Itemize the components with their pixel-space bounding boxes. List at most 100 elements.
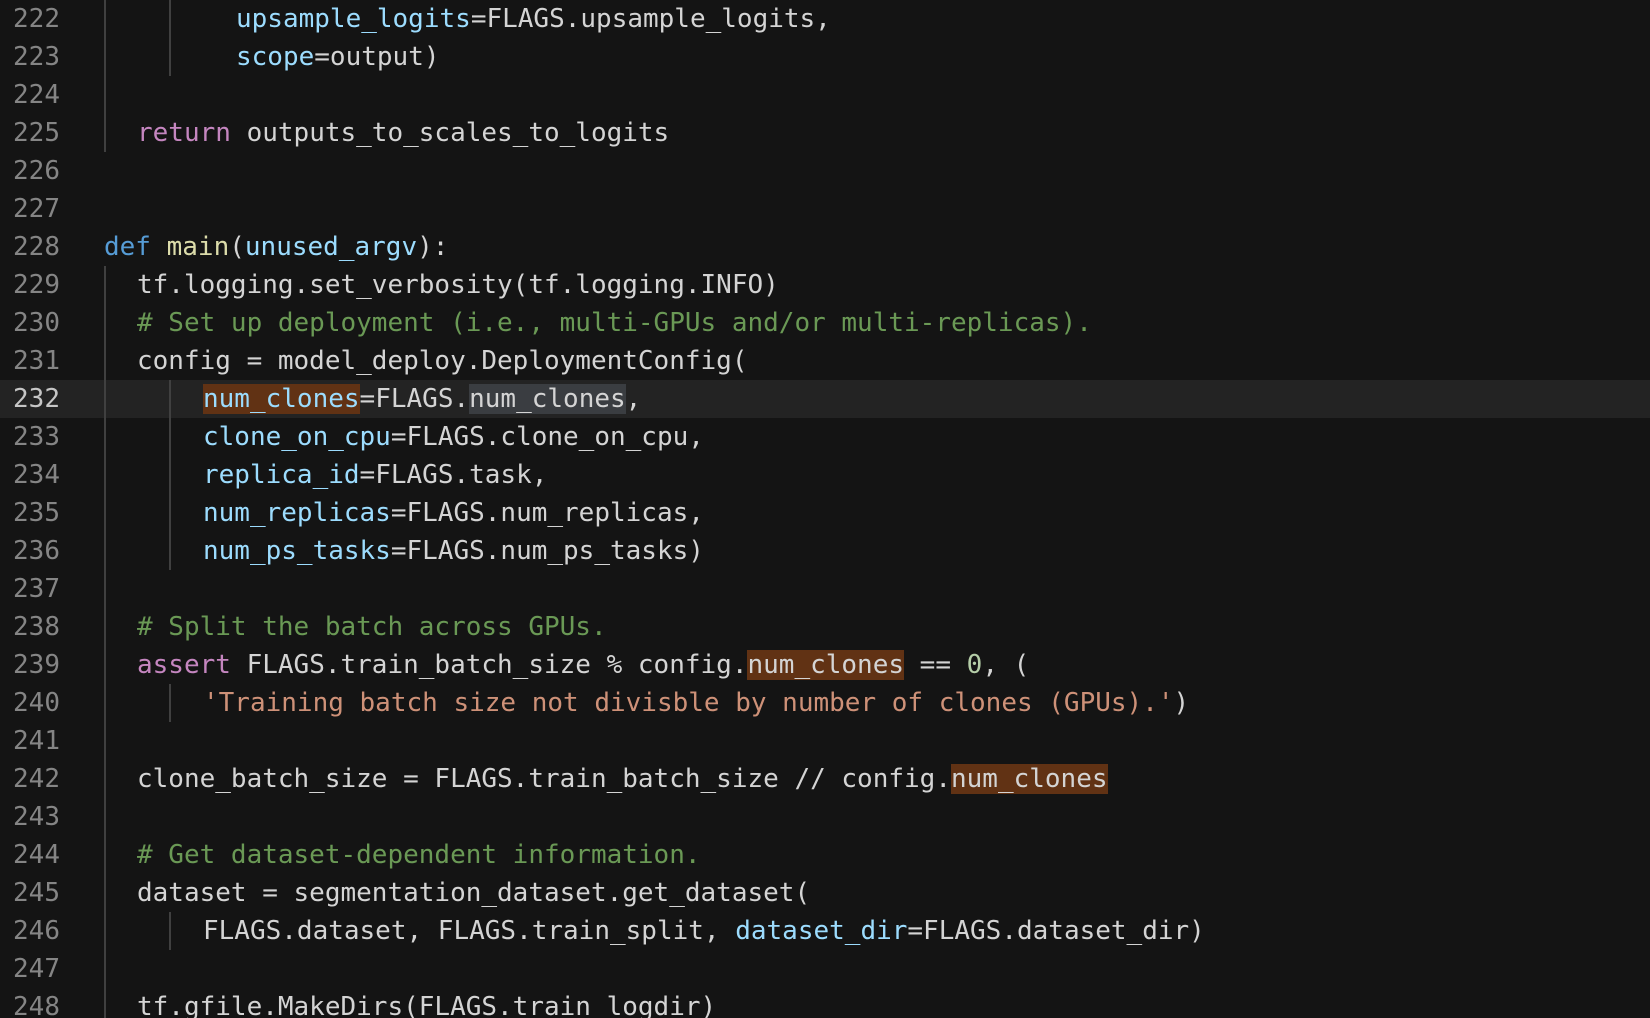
line-number: 246 [13,916,60,946]
code-line[interactable]: 224 [0,76,1650,114]
code-line[interactable]: 234 replica_id=FLAGS.task, [0,456,1650,494]
code-line[interactable]: 231 config = model_deploy.DeploymentConfi… [0,342,1650,380]
code-token: =FLAGS. [359,384,470,414]
code-token: num_ps_tasks [203,536,391,566]
code-line[interactable]: 238 # Split the batch across GPUs. [0,608,1650,646]
code-line[interactable]: 236 num_ps_tasks=FLAGS.num_ps_tasks) [0,532,1650,570]
code-token: replica_id [203,460,360,490]
line-number: 237 [13,574,60,604]
code-token: =FLAGS.clone_on_cpu, [390,422,704,452]
line-number: 238 [13,612,60,642]
code-line[interactable]: 232 num_clones=FLAGS.num_clones, [0,380,1650,418]
code-token: =FLAGS.num_ps_tasks) [390,536,704,566]
code-line[interactable]: 225 return outputs_to_scales_to_logits [0,114,1650,152]
indent-guide [104,798,106,836]
indent-guide [169,494,171,532]
indent-guide [104,342,106,380]
indent-guide [104,456,106,494]
code-token: FLAGS.train_batch_size % config. [230,650,748,680]
code-editor[interactable]: 222 upsample_logits=FLAGS.upsample_logits… [0,0,1650,1018]
indent-guide [104,722,106,760]
code-line[interactable]: 229 tf.logging.set_verbosity(tf.logging.I… [0,266,1650,304]
code-line[interactable]: 248 tf.gfile.MakeDirs(FLAGS.train_logdir) [0,988,1650,1018]
indent-guide [169,0,171,38]
indent-guide [104,988,106,1018]
highlighted-token: num_clones [203,384,360,414]
indent-guide [104,646,106,684]
line-number: 229 [13,270,60,300]
indent-guide [169,456,171,494]
code-text: num_ps_tasks=FLAGS.num_ps_tasks) [203,532,704,570]
code-line[interactable]: 235 num_replicas=FLAGS.num_replicas, [0,494,1650,532]
code-text: tf.logging.set_verbosity(tf.logging.INFO… [137,266,779,304]
code-text: config = model_deploy.DeploymentConfig( [137,342,747,380]
code-token: unused_argv [244,232,418,262]
code-line[interactable]: 246 FLAGS.dataset, FLAGS.train_split, dat… [0,912,1650,950]
indent-guide [169,38,171,76]
code-token: =output) [314,42,440,72]
code-text: def main(unused_argv): [104,228,448,266]
code-token: return [137,118,231,148]
code-line[interactable]: 230 # Set up deployment (i.e., multi-GPUs… [0,304,1650,342]
code-line[interactable]: 240 'Training batch size not divisble by … [0,684,1650,722]
line-number: 226 [13,156,60,186]
code-token: main [166,232,230,262]
code-token: outputs_to_scales_to_logits [230,118,670,148]
code-line[interactable]: 226 [0,152,1650,190]
indent-guide [169,380,171,418]
line-number: 235 [13,498,60,528]
indent-guide [104,114,106,152]
code-text: clone_on_cpu=FLAGS.clone_on_cpu, [203,418,704,456]
indent-guide [104,608,106,646]
indent-guide [104,874,106,912]
code-token: dataset = segmentation_dataset.get_datas… [137,878,811,908]
code-line[interactable]: 223 scope=output) [0,38,1650,76]
code-token: == [904,650,967,680]
code-token: =FLAGS.num_replicas, [390,498,704,528]
line-number: 243 [13,802,60,832]
code-line[interactable]: 237 [0,570,1650,608]
line-number: 245 [13,878,60,908]
line-number: 248 [13,992,60,1018]
line-number: 232 [13,384,60,414]
indent-guide [169,532,171,570]
code-text: 'Training batch size not divisble by num… [203,684,1189,722]
code-token: 'Training batch size not divisble by num… [203,688,1174,718]
code-text: upsample_logits=FLAGS.upsample_logits, [236,0,831,38]
code-line[interactable]: 245 dataset = segmentation_dataset.get_da… [0,874,1650,912]
indent-guide [104,38,106,76]
code-line[interactable]: 244 # Get dataset-dependent information. [0,836,1650,874]
code-line[interactable]: 233 clone_on_cpu=FLAGS.clone_on_cpu, [0,418,1650,456]
indent-guide [169,418,171,456]
line-number: 233 [13,422,60,452]
code-token: , [625,384,642,414]
code-line[interactable]: 243 [0,798,1650,836]
indent-guide [104,0,106,38]
indent-guide [104,380,106,418]
line-number: 231 [13,346,60,376]
code-line[interactable]: 239 assert FLAGS.train_batch_size % confi… [0,646,1650,684]
line-number: 247 [13,954,60,984]
line-number: 239 [13,650,60,680]
code-token: # Split the batch across GPUs. [137,612,607,642]
code-token: scope [236,42,315,72]
line-number: 236 [13,536,60,566]
code-token: dataset_dir [735,916,908,946]
code-line[interactable]: 222 upsample_logits=FLAGS.upsample_logits… [0,0,1650,38]
line-number: 222 [13,4,60,34]
code-line[interactable]: 241 [0,722,1650,760]
code-text: clone_batch_size = FLAGS.train_batch_siz… [137,760,1108,798]
code-line[interactable]: 247 [0,950,1650,988]
code-line[interactable]: 227 [0,190,1650,228]
code-token: =FLAGS.task, [359,460,548,490]
code-token: num_replicas [203,498,391,528]
line-number: 242 [13,764,60,794]
code-line[interactable]: 242 clone_batch_size = FLAGS.train_batch_… [0,760,1650,798]
indent-guide [104,532,106,570]
line-number: 228 [13,232,60,262]
code-token: =FLAGS.dataset_dir) [907,916,1205,946]
code-line[interactable]: 228 def main(unused_argv): [0,228,1650,266]
line-number: 223 [13,42,60,72]
code-token: # Get dataset-dependent information. [137,840,701,870]
